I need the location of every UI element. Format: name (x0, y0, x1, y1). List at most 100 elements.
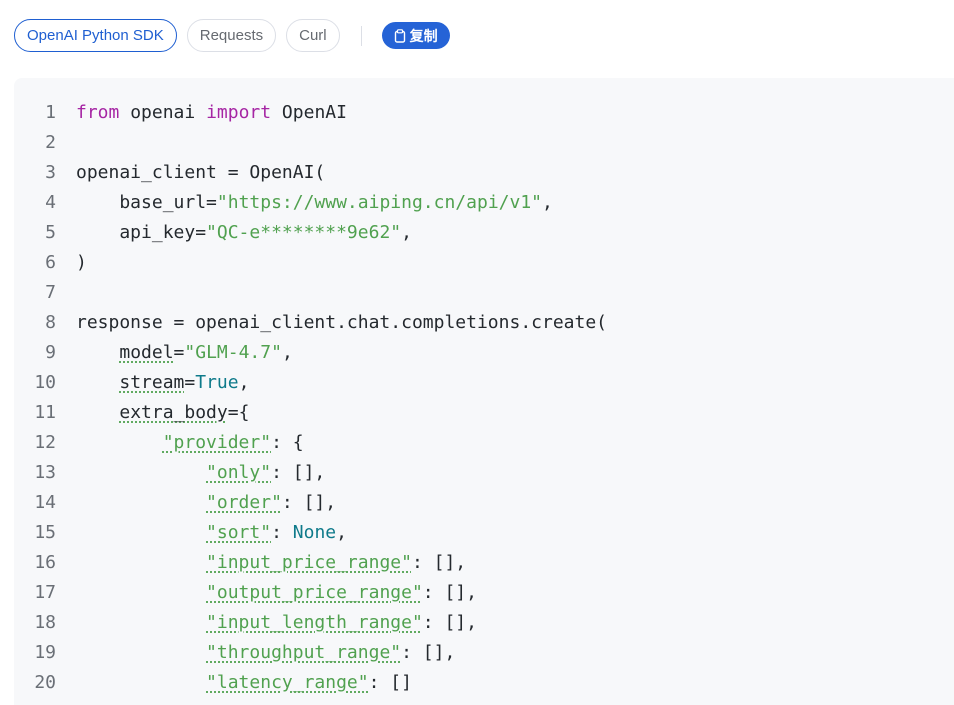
line-number: 10 (34, 372, 56, 393)
line-source: "order": [], (56, 488, 336, 518)
code-line: 11 extra_body={ (14, 398, 607, 428)
code-token: "only" (206, 462, 272, 483)
line-source (56, 278, 76, 308)
code-token: , (401, 222, 412, 243)
line-number: 11 (34, 402, 56, 423)
line-source: "input_price_range": [], (56, 548, 466, 578)
line-number: 1 (45, 102, 56, 123)
code-token: , (281, 342, 293, 363)
line-source: openai_client = OpenAI( (56, 158, 325, 188)
line-number: 4 (45, 192, 56, 213)
code-line: 9 model="GLM-4.7", (14, 338, 607, 368)
line-number: 16 (34, 552, 56, 573)
line-number: 15 (34, 522, 56, 543)
line-source: "output_price_range": [], (56, 578, 477, 608)
code-token: "QC-e********9e62" (206, 222, 402, 243)
line-number: 8 (45, 312, 56, 333)
line-source: model="GLM-4.7", (56, 338, 293, 368)
code-token: "throughput_range" (206, 642, 402, 663)
code-token: api_key= (76, 222, 207, 243)
line-source: "latency_range": [] (56, 668, 412, 698)
line-source: "sort": None, (56, 518, 347, 548)
code-token: ) (76, 252, 87, 273)
code-token: "provider" (162, 432, 272, 453)
code-line: 4 base_url="https://www.aiping.cn/api/v1… (14, 188, 607, 218)
code-token: response = openai_client.chat.completion… (76, 312, 608, 333)
line-source: "provider": { (56, 428, 304, 458)
code-line: 19 "throughput_range": [], (14, 638, 607, 668)
line-source: ) (56, 248, 87, 278)
line-number: 20 (34, 672, 56, 693)
code-line: 5 api_key="QC-e********9e62", (14, 218, 607, 248)
code-line: 12 "provider": { (14, 428, 607, 458)
code-line: 16 "input_price_range": [], (14, 548, 607, 578)
code-token: : [], (271, 462, 326, 483)
code-line: 20 "latency_range": [] (14, 668, 607, 698)
line-number: 14 (34, 492, 56, 513)
code-line: 10 stream=True, (14, 368, 607, 398)
code-line: 1 from openai import OpenAI (14, 98, 607, 128)
code-token: "input_length_range" (206, 612, 423, 633)
clipboard-icon (394, 28, 405, 43)
code-token: True (195, 372, 239, 393)
code-token: None (292, 522, 337, 543)
code-token: model (119, 342, 174, 363)
code-token: base_url= (76, 192, 217, 213)
code-token: : (271, 522, 293, 543)
line-source: extra_body={ (56, 398, 249, 428)
code-token: import (206, 102, 272, 123)
line-number: 12 (34, 432, 56, 453)
code-block: 1 from openai import OpenAI 2 3 openai_clien… (14, 98, 607, 698)
line-number: 6 (45, 252, 56, 273)
code-line: 2 (14, 128, 607, 158)
sdk-toolbar: OpenAI Python SDK Requests Curl 复制 (14, 18, 450, 53)
tab-openai-python-sdk[interactable]: OpenAI Python SDK (14, 19, 177, 52)
line-number: 5 (45, 222, 56, 243)
code-token: "GLM-4.7" (184, 342, 282, 363)
code-line: 13 "only": [], (14, 458, 607, 488)
line-number: 13 (34, 462, 56, 483)
line-source: "input_length_range": [], (56, 608, 477, 638)
code-token: stream (119, 372, 185, 393)
code-token: from (76, 102, 120, 123)
code-line: 6) (14, 248, 607, 278)
code-token: , (542, 192, 553, 213)
code-token: : [], (422, 582, 477, 603)
copy-button[interactable]: 复制 (381, 22, 450, 49)
code-line: 15 "sort": None, (14, 518, 607, 548)
tab-curl[interactable]: Curl (286, 19, 340, 52)
line-number: 17 (34, 582, 56, 603)
code-token: : [], (411, 552, 467, 573)
code-token: : [] (368, 672, 412, 693)
line-source: response = openai_client.chat.completion… (56, 308, 607, 338)
code-line: 18 "input_length_range": [], (14, 608, 607, 638)
line-number: 9 (45, 342, 56, 363)
code-token: : [], (281, 492, 337, 513)
code-token: "https://www.aiping.cn/api/v1" (216, 192, 542, 213)
code-token: , (238, 372, 250, 393)
line-source: api_key="QC-e********9e62", (56, 218, 412, 248)
line-number: 7 (45, 282, 56, 303)
code-line: 14 "order": [], (14, 488, 607, 518)
tab-requests[interactable]: Requests (186, 19, 277, 52)
toolbar-divider (360, 25, 362, 46)
code-token: : [], (401, 642, 456, 663)
code-token: "output_price_range" (206, 582, 423, 603)
line-number: 3 (45, 162, 56, 183)
code-token: extra_body (119, 402, 228, 423)
line-number: 2 (45, 132, 56, 153)
code-token: openai (119, 102, 207, 123)
code-token: OpenAI (271, 102, 347, 123)
code-line: 17 "output_price_range": [], (14, 578, 607, 608)
